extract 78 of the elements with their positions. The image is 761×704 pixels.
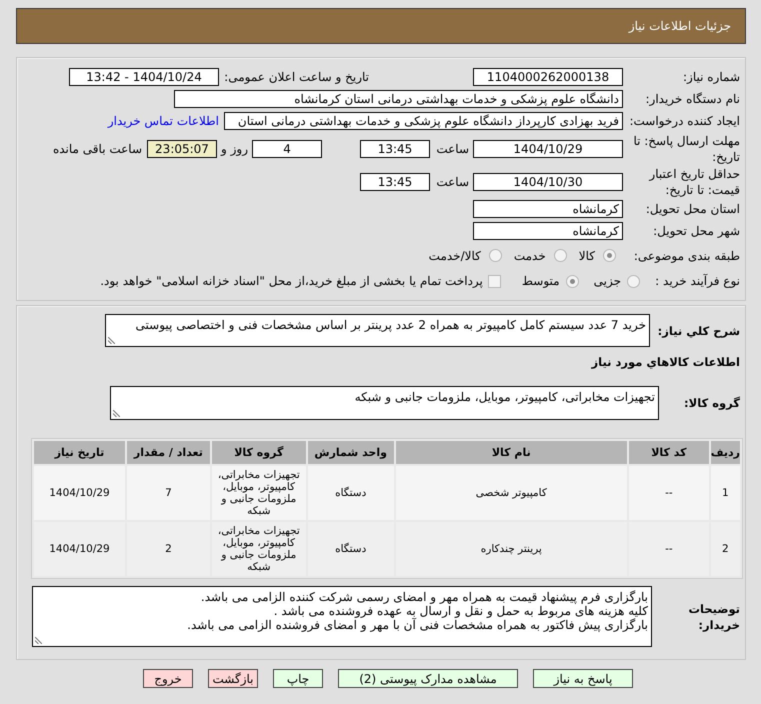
table-cell: دستگاه bbox=[308, 522, 394, 576]
radio-label: کالا/خدمت bbox=[428, 248, 481, 262]
response-date-field: 1404/10/29 bbox=[473, 140, 623, 158]
resize-grip-icon bbox=[113, 410, 120, 417]
buyer-note-text: کلیه هزینه های مربوط به حمل و نقل و ارسال به عهده فروشنده می باشد . bbox=[274, 604, 648, 618]
table-cell: 1404/10/29 bbox=[34, 466, 125, 520]
description-label: شرح کلي نياز: bbox=[658, 324, 740, 338]
time-label: ساعت bbox=[436, 174, 469, 188]
radio-label: خدمت bbox=[514, 248, 546, 262]
column-header: واحد شمارش bbox=[308, 441, 394, 464]
action-button[interactable]: خروج bbox=[143, 669, 193, 688]
checkbox-label: پرداخت تمام یا بخشی از مبلغ خرید،از محل "اسناد خزانه اسلامی" خواهد بود. bbox=[100, 274, 483, 288]
remaining-time-label: ساعت باقی مانده bbox=[52, 142, 142, 156]
goods-section-title: اطلاعات کالاهاي مورد نياز bbox=[592, 354, 740, 370]
announce-date-field: 1404/10/24 - 13:42 bbox=[69, 68, 219, 86]
buyer-org-label: نام دستگاه خریدار: bbox=[646, 92, 740, 106]
city-field: کرمانشاه bbox=[473, 222, 623, 240]
column-header: تاریخ نیاز bbox=[34, 441, 125, 464]
radio-label: متوسط bbox=[522, 274, 560, 288]
table-cell: 1404/10/29 bbox=[34, 522, 125, 576]
validity-date-field: 1404/10/30 bbox=[473, 172, 623, 190]
province-field: کرمانشاه bbox=[473, 200, 623, 218]
radio-button[interactable] bbox=[554, 249, 567, 262]
response-time-field: 13:45 bbox=[360, 140, 430, 158]
table-cell: 7 bbox=[126, 466, 210, 520]
table-cell: 2 bbox=[126, 522, 210, 576]
table-cell: 2 bbox=[710, 522, 740, 576]
column-header: کد کالا bbox=[628, 441, 709, 464]
countdown-field: 23:05:07 bbox=[147, 140, 217, 158]
action-button[interactable]: چاپ bbox=[273, 669, 323, 688]
table-cell: تجهیزات مخابراتی، کامپیوتر، موبایل، ملزومات جانبی و شبکه bbox=[212, 466, 306, 520]
buyer-org-field: دانشگاه علوم پزشکی و خدمات بهداشتی درمانی استان کرمانشاه bbox=[174, 90, 623, 108]
radio-button[interactable] bbox=[627, 274, 640, 288]
price-validity-label: حداقل تاریخ اعتبار قیمت: تا تاریخ: bbox=[649, 166, 740, 196]
description-text: خرید 7 عدد سیستم کامل کامپیوتر به همراه 2 عدد پرینتر بر اساس مشخصات فنی و اختصاصی پیوستی bbox=[136, 318, 646, 332]
page-title: جزئیات اطلاعات نیاز bbox=[628, 19, 731, 33]
action-button[interactable]: بازگشت bbox=[208, 669, 258, 688]
table-cell: 1 bbox=[710, 466, 740, 520]
table-cell: -- bbox=[628, 522, 709, 576]
subject-category-label: طبقه بندی موضوعی: bbox=[634, 248, 740, 262]
city-label: شهر محل تحویل: bbox=[653, 224, 740, 238]
days-label: روز و bbox=[221, 142, 248, 156]
column-header: نام کالا bbox=[396, 441, 627, 464]
validity-time-field: 13:45 bbox=[360, 172, 430, 190]
province-label: استان محل تحویل: bbox=[646, 202, 740, 216]
purchase-process-label: نوع فرآیند خرید : bbox=[655, 274, 740, 288]
radio-button[interactable] bbox=[603, 249, 616, 262]
buyer-note-text: بارگزاری پیش فاکتور به همراه مشخصات فنی آن با مهر و امضای فروشنده الزامی می باشد. bbox=[187, 618, 648, 632]
table-cell: -- bbox=[628, 466, 709, 520]
time-label: ساعت bbox=[436, 142, 469, 156]
table-cell: تجهیزات مخابراتی، کامپیوتر، موبایل، ملزومات جانبی و شبکه bbox=[212, 522, 306, 576]
goods-group-text: تجهیزات مخابراتی، کامپیوتر، موبایل، ملزومات جانبی و شبکه bbox=[354, 390, 655, 404]
checkbox[interactable] bbox=[488, 274, 501, 288]
radio-label: جزیی bbox=[594, 274, 621, 288]
radio-button[interactable] bbox=[488, 249, 502, 262]
table-cell: پرینتر چندکاره bbox=[396, 522, 627, 576]
action-button[interactable]: پاسخ به نیاز bbox=[533, 669, 633, 688]
response-deadline-label: مهلت ارسال پاسخ: تا تاریخ: bbox=[633, 134, 740, 164]
column-header: تعداد / مقدار bbox=[126, 441, 210, 464]
resize-grip-icon bbox=[35, 637, 42, 644]
need-number-field: 1104000262000138 bbox=[473, 68, 623, 86]
table-cell: کامپیوتر شخصی bbox=[396, 466, 627, 520]
announce-date-label: تاریخ و ساعت اعلان عمومی: bbox=[224, 70, 369, 84]
need-number-label: شماره نیاز: bbox=[683, 70, 740, 84]
buyer-note-text: بارگزاری فرم پیشنهاد قیمت به همراه مهر و امضای رسمی شرکت کننده الزامی می باشد. bbox=[200, 590, 648, 604]
action-button[interactable]: مشاهده مدارک پیوستی (2) bbox=[338, 669, 518, 688]
buyer-notes-label: توضیحات خریدار: bbox=[688, 602, 740, 632]
requester-field: فرید بهزادی کارپرداز دانشگاه علوم پزشکی و خدمات بهداشتی درمانی استان bbox=[224, 112, 623, 130]
table-cell: دستگاه bbox=[308, 466, 394, 520]
goods-group-label: گروه کالا: bbox=[684, 396, 740, 410]
radio-button[interactable] bbox=[566, 274, 579, 288]
requester-label: ایجاد کننده درخواست: bbox=[629, 114, 740, 128]
column-header: گروه کالا bbox=[212, 441, 306, 464]
radio-label: کالا bbox=[578, 248, 595, 262]
resize-grip-icon bbox=[108, 337, 115, 344]
buyer-contact-link[interactable]: اطلاعات تماس خریدار bbox=[108, 114, 219, 128]
column-header: ردیف bbox=[710, 441, 740, 464]
days-remaining-field: 4 bbox=[252, 140, 322, 158]
